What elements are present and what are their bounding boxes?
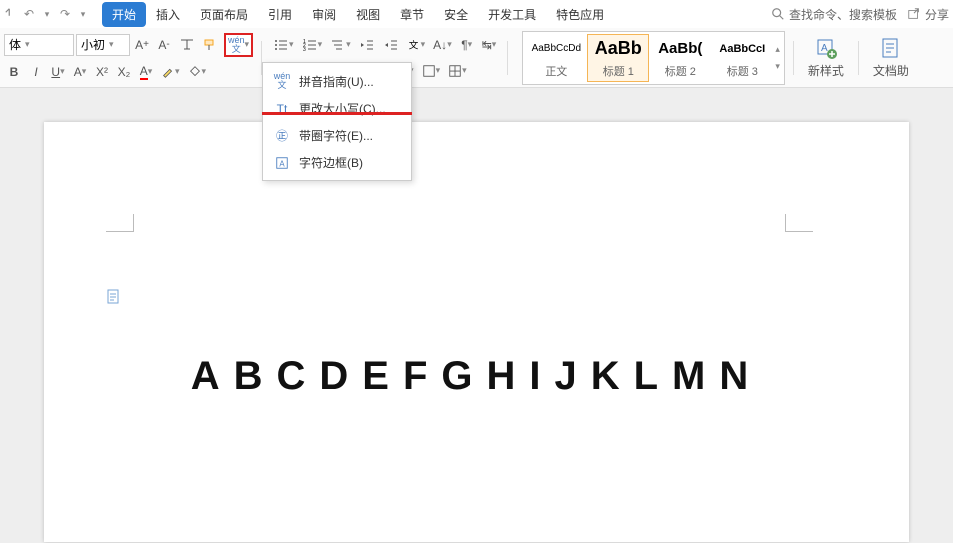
tab-devtools[interactable]: 开发工具 [478,2,546,27]
paragraph-section-icon [106,288,122,309]
separator [793,41,794,75]
menubar: ↶ ▾ ↷ ▾ 开始 插入 页面布局 引用 审阅 视图 章节 安全 开发工具 特… [0,0,953,28]
italic-button[interactable]: I [26,61,46,83]
tab-start[interactable]: 开始 [102,2,146,27]
chevron-down-icon: ▾ [25,39,30,50]
share-button[interactable]: 分享 [907,6,949,23]
page[interactable]: ABCDEFGHIJKLMN [44,122,909,542]
new-style-button[interactable]: A 新样式 [802,32,850,83]
shading-button2[interactable]: ▾ [419,60,444,82]
separator [858,41,859,75]
tab-pagelayout[interactable]: 页面布局 [190,2,258,27]
search-placeholder: 查找命令、搜索模板 [789,6,897,23]
document-area: ABCDEFGHIJKLMN [0,88,953,543]
tabs-button[interactable]: ↹▾ [479,34,500,56]
margin-corner-tr [785,214,813,232]
ribbon-toolbar: 体 ▾ 小初 ▾ A+ A- wén文 ▾ B I [0,28,953,88]
styles-expand[interactable]: ▾ [775,61,780,72]
menu-change-case[interactable]: Tt 更改大小写(C)... [263,95,411,122]
border-icon: A [273,156,291,170]
tab-special[interactable]: 特色应用 [546,2,614,27]
tab-chapter[interactable]: 章节 [390,2,434,27]
styles-gallery[interactable]: AaBbCcDd 正文 AaBb 标题 1 AaBb( 标题 2 AaBbCcI… [522,31,785,85]
svg-text:A: A [821,43,828,54]
phonetic-guide-button[interactable]: wén文 ▾ [224,33,253,57]
search-icon [771,7,785,21]
text-direction-button[interactable]: 文▾ [404,34,429,56]
bold-button[interactable]: B [4,61,24,83]
format-painter-button[interactable] [200,34,222,56]
underline-button[interactable]: U▾ [48,61,68,83]
search-box[interactable]: 查找命令、搜索模板 [771,6,897,23]
shading-button[interactable]: ▾ [185,61,210,83]
increase-font-button[interactable]: A+ [132,34,152,56]
subscript-button[interactable]: X₂ [114,61,134,83]
chevron-down-icon: ▾ [109,39,114,50]
menu-char-border[interactable]: A 字符边框(B) [263,149,411,176]
highlight-button[interactable]: ▾ [158,61,183,83]
borders-button[interactable]: ▾ [445,60,470,82]
ribbon-tabs: 开始 插入 页面布局 引用 审阅 视图 章节 安全 开发工具 特色应用 [102,2,614,27]
share-label: 分享 [925,6,949,23]
quick-access-toolbar: ↶ ▾ ↷ ▾ [4,7,90,21]
increase-indent-button[interactable] [380,34,402,56]
strikethrough-button[interactable]: A▾ [70,61,90,83]
style-heading3[interactable]: AaBbCcI 标题 3 [711,34,773,82]
superscript-button[interactable]: X² [92,61,112,83]
font-color-button[interactable]: A▾ [136,61,156,83]
font-size-value: 小初 [81,36,105,53]
enclosed-icon: ㊣ [273,127,291,144]
font-name-combo[interactable]: 体 ▾ [4,34,74,56]
tab-security[interactable]: 安全 [434,2,478,27]
qat-customize[interactable]: ▾ [76,7,90,21]
margin-corner-tl [106,214,134,232]
share-icon [907,7,921,21]
tab-insert[interactable]: 插入 [146,2,190,27]
wen-icon: wén文 [228,36,245,54]
undo-button[interactable]: ↶ [22,7,36,21]
clear-format-button[interactable] [176,34,198,56]
font-size-combo[interactable]: 小初 ▾ [76,34,130,56]
svg-text:文: 文 [408,39,418,51]
wen-icon: wén文 [273,72,291,90]
menu-enclosed-char[interactable]: ㊣ 带圈字符(E)... [263,122,411,149]
menu-phonetic-guide[interactable]: wén文 拼音指南(U)... [263,67,411,95]
annotation-underline [262,112,412,115]
style-normal[interactable]: AaBbCcDd 正文 [525,34,587,82]
new-style-icon: A [814,36,838,60]
undo-dropdown[interactable]: ▾ [40,7,54,21]
tab-view[interactable]: 视图 [346,2,390,27]
chevron-down-icon: ▾ [245,39,250,50]
doc-help-label: 文档助 [873,62,909,79]
svg-text:3: 3 [303,47,306,53]
font-name-value: 体 [9,36,21,53]
decrease-font-button[interactable]: A- [154,34,174,56]
doc-help-button[interactable]: 文档助 [867,32,915,83]
style-heading2[interactable]: AaBb( 标题 2 [649,34,711,82]
svg-text:A: A [279,159,285,168]
styles-scroll-up[interactable]: ▴ [775,44,780,55]
separator [507,41,508,75]
document-body-text[interactable]: ABCDEFGHIJKLMN [44,354,909,399]
sort-button[interactable]: A↓▾ [430,34,455,56]
style-heading1[interactable]: AaBb 标题 1 [587,34,649,82]
doc-help-icon [879,36,903,60]
tab-review[interactable]: 审阅 [302,2,346,27]
bullets-button[interactable]: ▾ [270,34,297,56]
decrease-indent-button[interactable] [356,34,378,56]
numbering-button[interactable]: 123▾ [299,34,326,56]
redo-button[interactable]: ↷ [58,7,72,21]
multilevel-list-button[interactable]: ▾ [327,34,354,56]
save-icon[interactable] [4,7,18,21]
phonetic-dropdown-menu: wén文 拼音指南(U)... Tt 更改大小写(C)... ㊣ 带圈字符(E)… [262,62,412,181]
new-style-label: 新样式 [808,62,844,79]
tab-references[interactable]: 引用 [258,2,302,27]
menubar-right: 查找命令、搜索模板 分享 [771,6,949,23]
paragraph-marks-button[interactable]: ¶▾ [457,34,477,56]
